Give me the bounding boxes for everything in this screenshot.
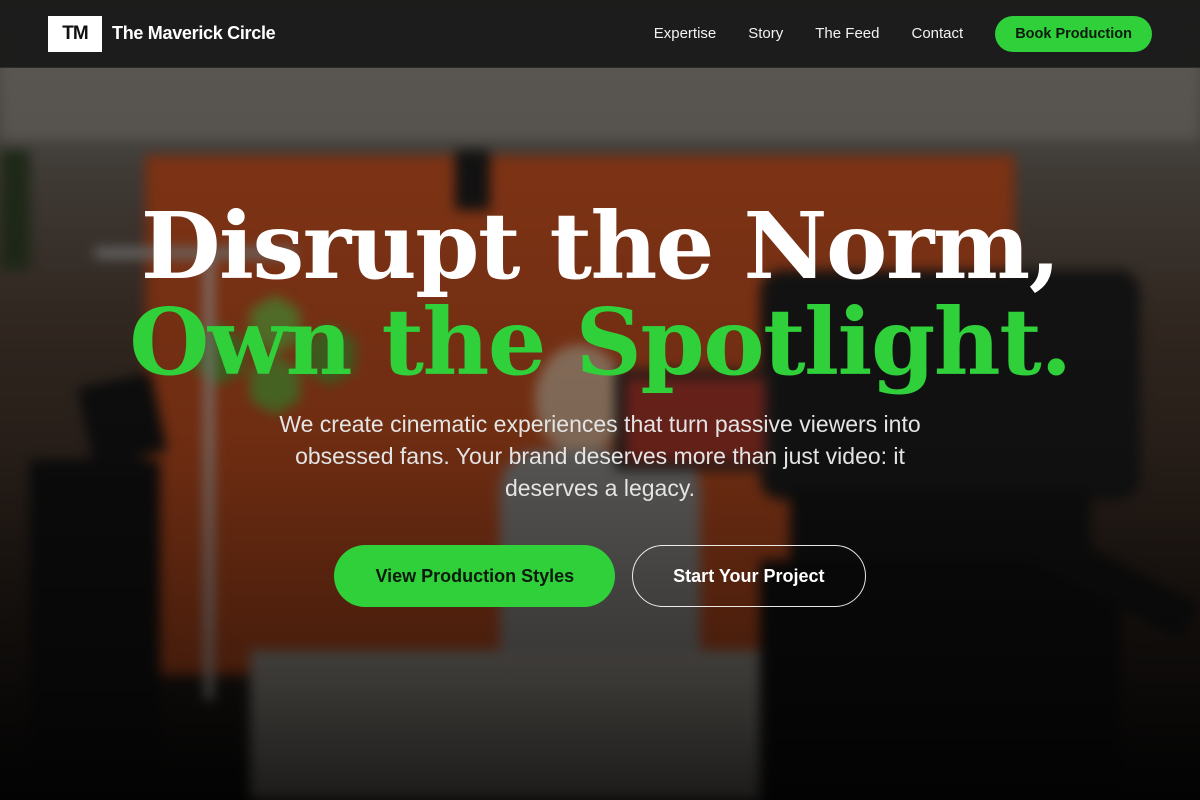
nav-link-expertise[interactable]: Expertise bbox=[654, 25, 717, 42]
main-nav: Expertise Story The Feed Contact Book Pr… bbox=[654, 15, 1152, 52]
nav-link-the-feed[interactable]: The Feed bbox=[815, 25, 879, 42]
brand-name: The Maverick Circle bbox=[112, 23, 276, 43]
start-your-project-button[interactable]: Start Your Project bbox=[632, 545, 866, 607]
hero-section: Disrupt the Norm, Own the Spotlight. We … bbox=[0, 68, 1200, 800]
hero-headline-line-1: Disrupt the Norm, bbox=[140, 192, 1061, 300]
site-header: TM The Maverick Circle Expertise Story T… bbox=[0, 0, 1200, 68]
logo-mark: TM bbox=[48, 15, 102, 52]
view-production-styles-button[interactable]: View Production Styles bbox=[334, 545, 616, 607]
book-production-button[interactable]: Book Production bbox=[995, 15, 1152, 52]
hero-actions: View Production Styles Start Your Projec… bbox=[0, 545, 1200, 607]
hero-subcopy: We create cinematic experiences that tur… bbox=[279, 411, 921, 501]
nav-link-contact[interactable]: Contact bbox=[911, 25, 963, 42]
nav-link-story[interactable]: Story bbox=[748, 25, 783, 42]
hero-headline-line-2: Own the Spotlight. bbox=[129, 288, 1072, 396]
brand-logo-link[interactable]: TM The Maverick Circle bbox=[48, 15, 276, 52]
